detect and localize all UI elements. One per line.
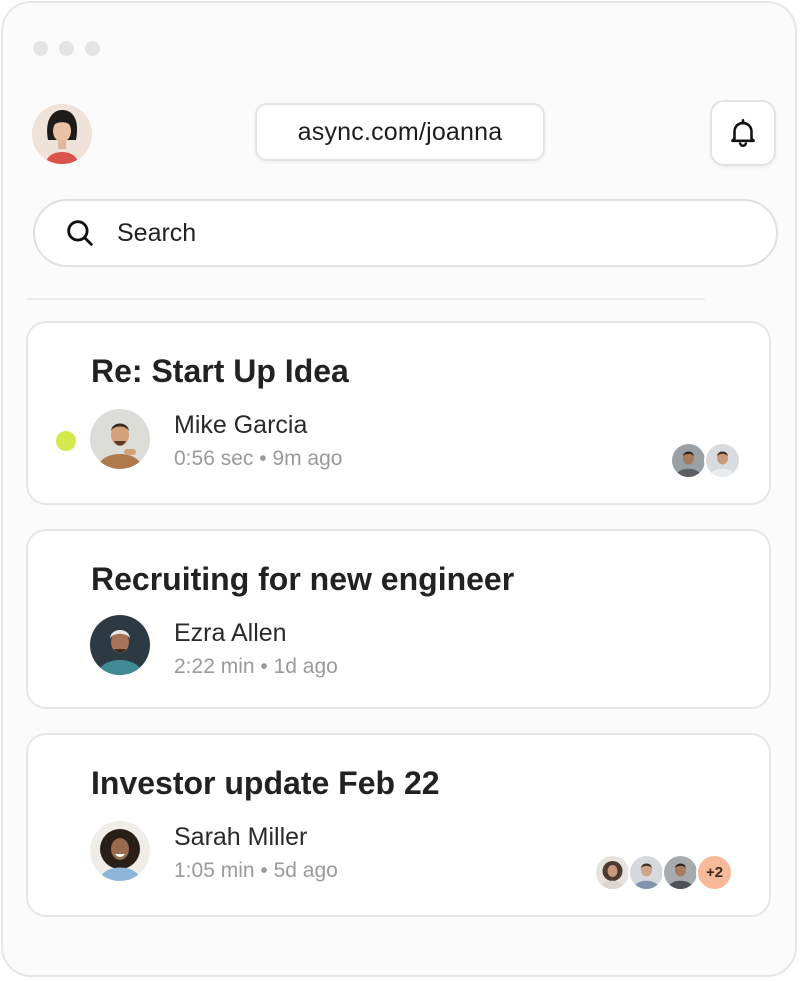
thread-meta: 0:56 sec • 9m ago <box>174 447 343 470</box>
participant-avatar <box>670 442 707 479</box>
window-dot[interactable] <box>85 41 100 56</box>
search-icon <box>67 220 93 246</box>
thread-meta: 2:22 min • 1d ago <box>174 655 338 678</box>
notifications-button[interactable] <box>710 100 776 166</box>
participant-avatar <box>594 854 631 891</box>
thread-title: Re: Start Up Idea <box>91 353 349 389</box>
author-avatar[interactable] <box>90 821 150 881</box>
participant-avatar <box>628 854 665 891</box>
author-avatar[interactable] <box>90 615 150 675</box>
divider <box>27 298 705 300</box>
window-controls <box>33 41 100 56</box>
author-name: Mike Garcia <box>174 411 308 439</box>
author-avatar-image <box>90 409 150 469</box>
participants-list[interactable]: +2 <box>594 854 733 891</box>
author-avatar-image <box>90 821 150 881</box>
author-avatar[interactable] <box>90 409 150 469</box>
unread-indicator <box>56 431 76 451</box>
search-placeholder: Search <box>117 218 197 247</box>
app-window: async.com/joanna Search Re: Start Up Ide… <box>1 1 797 977</box>
profile-url-button[interactable]: async.com/joanna <box>255 103 545 161</box>
participant-avatar <box>662 854 699 891</box>
search-bar[interactable]: Search <box>33 199 778 267</box>
author-avatar-image <box>90 615 150 675</box>
participants-list[interactable] <box>670 442 741 479</box>
thread-title: Investor update Feb 22 <box>91 765 440 801</box>
thread-card[interactable]: Investor update Feb 22 Sarah Miller 1:05… <box>26 733 771 917</box>
bell-icon <box>731 118 755 148</box>
thread-meta: 1:05 min • 5d ago <box>174 859 338 882</box>
window-dot[interactable] <box>59 41 74 56</box>
window-dot[interactable] <box>33 41 48 56</box>
thread-title: Recruiting for new engineer <box>91 561 515 597</box>
profile-url-text: async.com/joanna <box>297 117 503 146</box>
user-avatar-image <box>32 104 92 164</box>
thread-card[interactable]: Re: Start Up Idea Mike Garcia 0:56 sec •… <box>26 321 771 505</box>
thread-card[interactable]: Recruiting for new engineer Ezra Allen 2… <box>26 529 771 709</box>
user-avatar[interactable] <box>32 104 92 164</box>
participant-avatar <box>704 442 741 479</box>
author-name: Ezra Allen <box>174 619 287 647</box>
more-participants-badge: +2 <box>696 854 733 891</box>
author-name: Sarah Miller <box>174 823 308 851</box>
